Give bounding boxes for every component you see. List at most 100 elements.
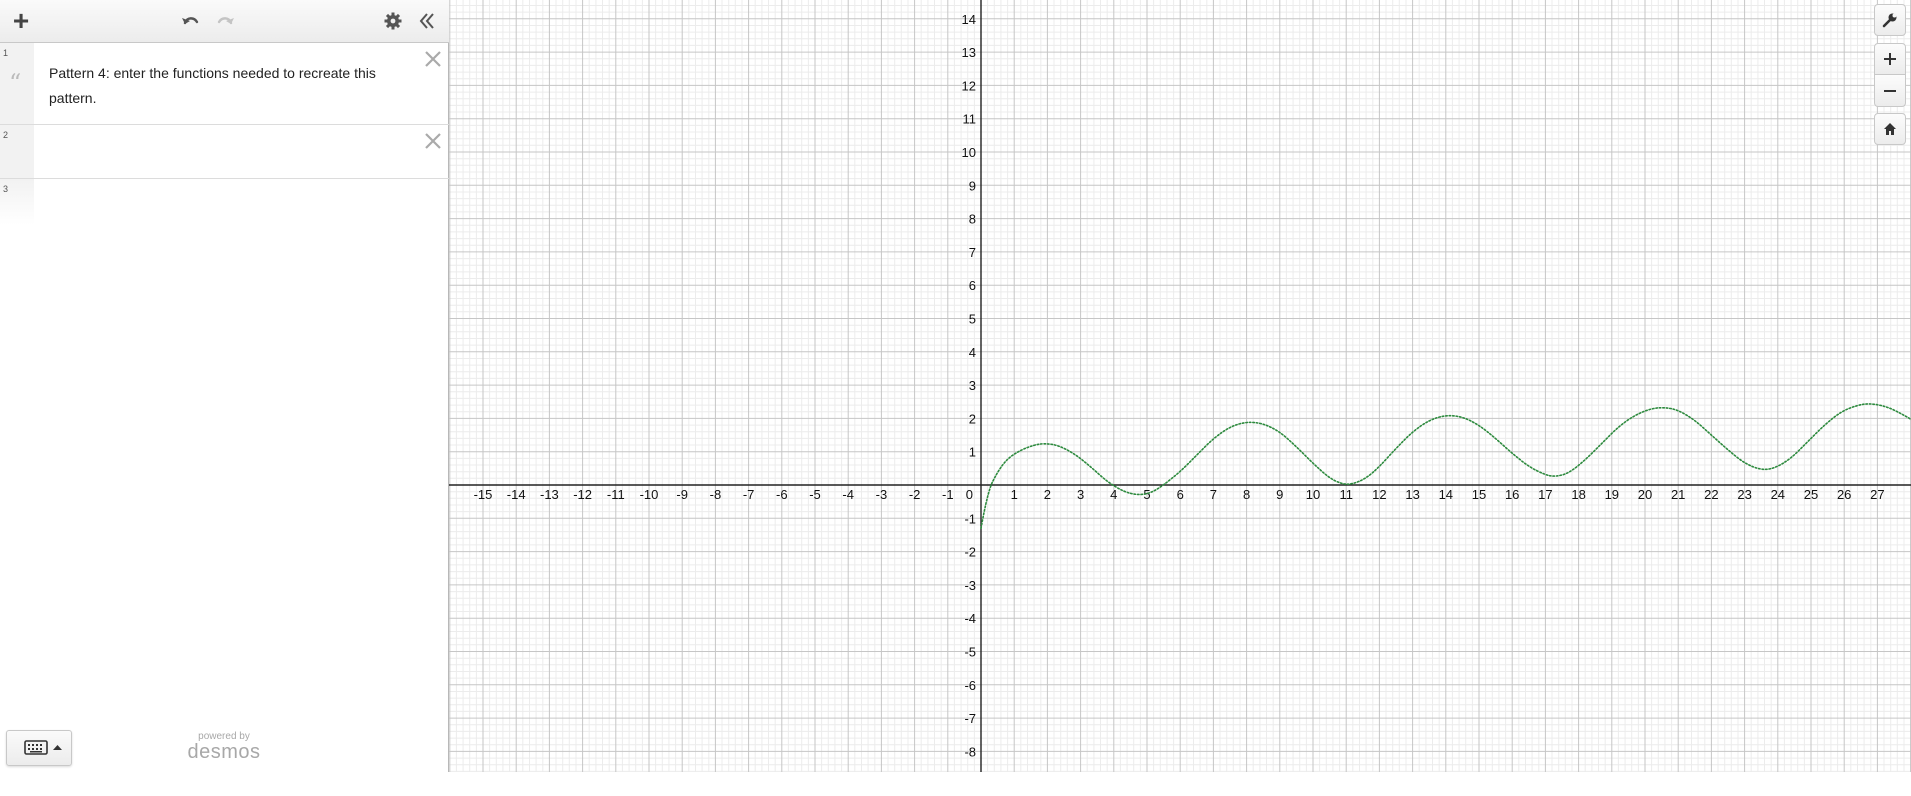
gear-icon xyxy=(384,12,402,30)
add-expression-button[interactable]: + xyxy=(8,5,34,36)
expression-gutter: 1 “ xyxy=(0,43,34,124)
x-tick-label: 9 xyxy=(1276,487,1283,502)
y-tick-label: -3 xyxy=(964,578,976,593)
bottom-margin xyxy=(0,772,1911,796)
note-text[interactable]: Pattern 4: enter the functions needed to… xyxy=(49,61,389,111)
x-tick-label: 14 xyxy=(1439,487,1453,502)
graph-canvas[interactable]: -15 -14 -13 -12 -11 -10 -9 -8 -7 -6 -5 -4 -3 -2 -1 0 1 2 3… xyxy=(449,0,1911,779)
x-tick-label: 4 xyxy=(1110,487,1117,502)
minus-icon xyxy=(1884,89,1896,92)
x-tick-label: 19 xyxy=(1605,487,1619,502)
expression-gutter: 3 xyxy=(0,179,34,225)
zoom-out-button[interactable] xyxy=(1874,75,1906,107)
x-tick-label: -13 xyxy=(540,487,559,502)
x-tick-label: -11 xyxy=(607,487,625,502)
expression-index: 3 xyxy=(3,184,9,194)
x-tick-label: 21 xyxy=(1671,487,1685,502)
x-tick-label: -12 xyxy=(573,487,592,502)
y-tick-label: -1 xyxy=(964,511,976,526)
x-tick-label: 12 xyxy=(1372,487,1386,502)
y-tick-label: -8 xyxy=(964,744,976,759)
x-tick-label: 17 xyxy=(1538,487,1552,502)
y-tick-label: 5 xyxy=(969,312,976,327)
x-tick-label: 25 xyxy=(1804,487,1818,502)
x-tick-label: -14 xyxy=(507,487,526,502)
zoom-in-button[interactable] xyxy=(1874,43,1906,75)
x-tick-label: 10 xyxy=(1306,487,1320,502)
powered-by-desmos[interactable]: powered by desmos xyxy=(186,731,262,762)
x-tick-label: -5 xyxy=(809,487,821,502)
x-tick-label: -15 xyxy=(474,487,493,502)
wrench-icon xyxy=(1882,13,1897,28)
x-tick-label: 6 xyxy=(1177,487,1184,502)
x-tick-label: -7 xyxy=(743,487,755,502)
y-tick-label: -7 xyxy=(964,711,976,726)
y-tick-label: 14 xyxy=(962,12,976,27)
x-tick-label: -3 xyxy=(876,487,888,502)
delete-expression-close-icon[interactable] xyxy=(423,49,443,69)
plus-icon xyxy=(1884,53,1896,65)
expression-toolbar: + xyxy=(0,0,449,43)
redo-button[interactable] xyxy=(212,8,238,34)
y-tick-label: 2 xyxy=(969,411,976,426)
expression-input[interactable] xyxy=(49,191,389,213)
y-tick-label: 3 xyxy=(969,378,976,393)
expression-panel: + 1 “ Pattern 4: enter the functions nee… xyxy=(0,0,449,772)
redo-icon xyxy=(217,17,234,25)
y-tick-label: 8 xyxy=(969,212,976,227)
x-tick-label: 15 xyxy=(1472,487,1486,502)
y-tick-label: 1 xyxy=(969,445,976,460)
graph-settings-button[interactable] xyxy=(1874,4,1906,36)
x-tick-label: 26 xyxy=(1837,487,1851,502)
x-tick-label: 16 xyxy=(1505,487,1519,502)
x-tick-label: 18 xyxy=(1571,487,1585,502)
y-tick-label: -4 xyxy=(964,611,976,626)
keyboard-icon xyxy=(24,740,62,755)
y-tick-label: 4 xyxy=(969,345,976,360)
x-tick-label: 2 xyxy=(1044,487,1051,502)
x-tick-label: -9 xyxy=(676,487,688,502)
settings-button[interactable] xyxy=(380,8,406,34)
x-tick-label: 11 xyxy=(1339,487,1353,502)
x-tick-label: 27 xyxy=(1870,487,1884,502)
x-tick-label: -2 xyxy=(909,487,921,502)
x-tick-label: 13 xyxy=(1405,487,1419,502)
y-tick-label: 12 xyxy=(962,78,976,93)
y-tick-label: -6 xyxy=(964,678,976,693)
x-tick-label: 20 xyxy=(1638,487,1652,502)
x-tick-label: 23 xyxy=(1737,487,1751,502)
x-tick-label: 24 xyxy=(1771,487,1785,502)
y-tick-label: -5 xyxy=(964,645,976,660)
expression-item-note[interactable]: 1 “ Pattern 4: enter the functions neede… xyxy=(0,43,449,125)
y-tick-label: 11 xyxy=(963,112,977,127)
x-tick-label: 0 xyxy=(966,487,973,502)
desmos-app: + 1 “ Pattern 4: enter the functions nee… xyxy=(0,0,1911,779)
x-tick-label: -1 xyxy=(942,487,954,502)
keypad-toggle-button[interactable] xyxy=(6,730,72,766)
x-tick-label: 7 xyxy=(1210,487,1217,502)
x-tick-label: -8 xyxy=(710,487,722,502)
x-tick-label: 22 xyxy=(1704,487,1718,502)
expression-item-new[interactable]: 3 xyxy=(0,179,449,225)
double-chevron-left-icon xyxy=(419,13,434,29)
delete-expression-close-icon[interactable] xyxy=(423,131,443,151)
expression-gutter: 2 xyxy=(0,125,34,178)
collapse-panel-button[interactable] xyxy=(414,8,440,34)
undo-button[interactable] xyxy=(178,8,204,34)
note-quote-icon: “ xyxy=(9,69,22,97)
x-tick-label: 1 xyxy=(1011,487,1018,502)
y-tick-label: 6 xyxy=(969,278,976,293)
undo-icon xyxy=(182,17,199,25)
expression-input[interactable] xyxy=(49,141,389,163)
x-tick-label: -10 xyxy=(640,487,659,502)
expression-item[interactable]: 2 xyxy=(0,125,449,179)
x-tick-label: -4 xyxy=(842,487,854,502)
x-tick-label: -6 xyxy=(776,487,788,502)
home-icon xyxy=(1884,123,1896,135)
plus-icon: + xyxy=(12,5,30,36)
default-viewport-button[interactable] xyxy=(1874,113,1906,145)
graph-paper[interactable]: -15 -14 -13 -12 -11 -10 -9 -8 -7 -6 -5 -4 -3 -2 -1 0 1 2 3… xyxy=(449,0,1911,779)
y-tick-label: 10 xyxy=(962,145,976,160)
x-tick-label: 8 xyxy=(1243,487,1250,502)
y-tick-label: 7 xyxy=(969,245,976,260)
